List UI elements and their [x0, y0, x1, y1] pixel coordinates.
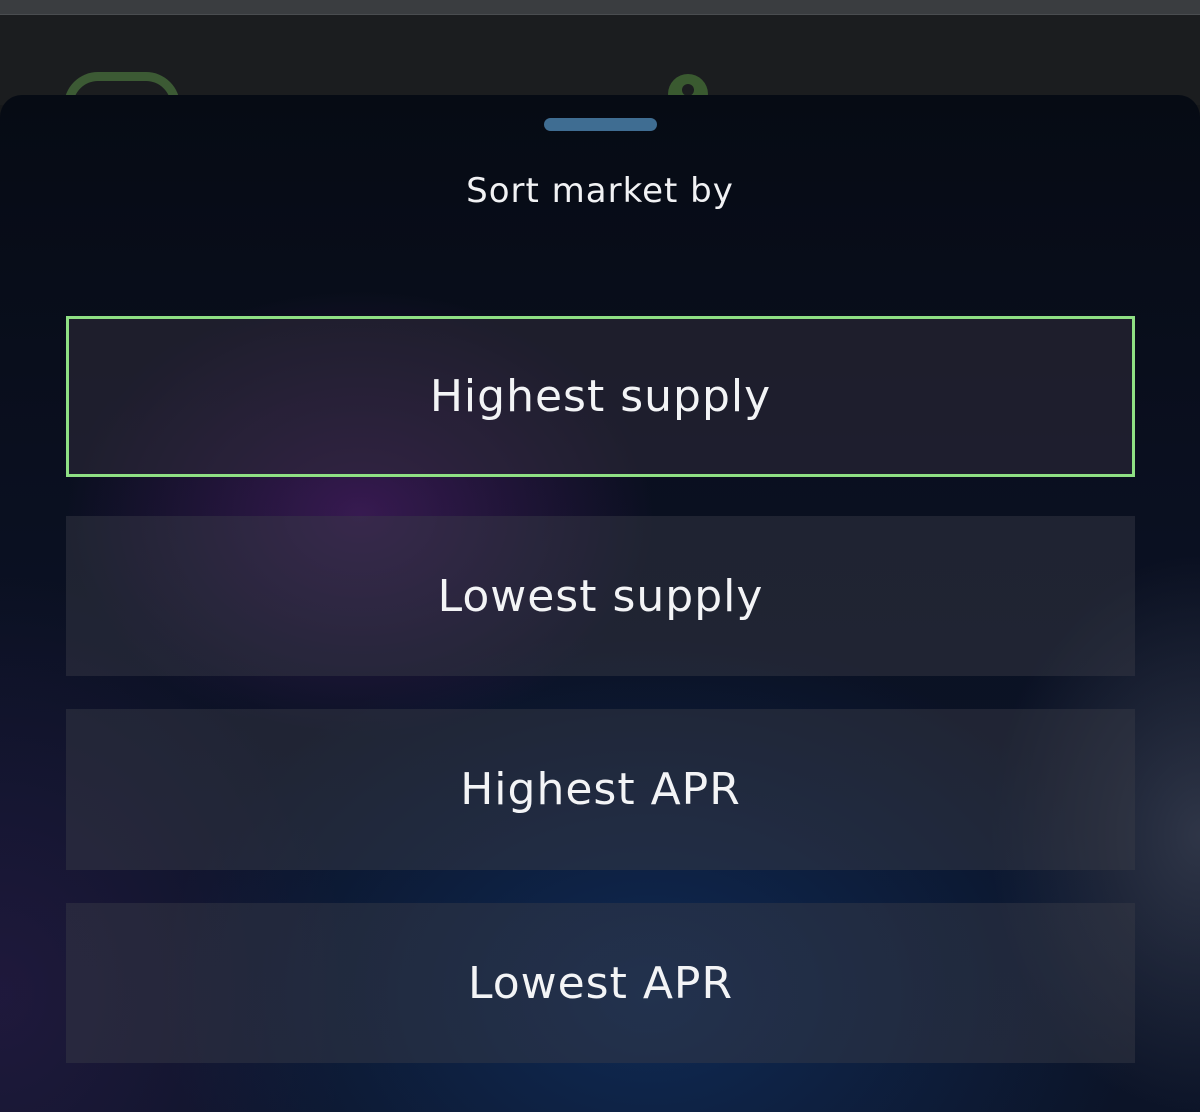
drag-handle[interactable] — [544, 118, 657, 131]
sort-option-highest-supply[interactable]: Highest supply — [66, 316, 1135, 477]
browser-top-bar — [0, 0, 1200, 15]
sort-option-highest-apr[interactable]: Highest APR — [66, 709, 1135, 870]
sort-option-lowest-apr[interactable]: Lowest APR — [66, 903, 1135, 1063]
sort-option-label: Lowest APR — [467, 957, 734, 1009]
sort-option-label: Highest supply — [429, 371, 772, 422]
sort-option-label: Lowest supply — [437, 570, 764, 622]
app-screen: Sort market by Highest supply Lowest sup… — [0, 0, 1200, 1112]
sort-option-label: Highest APR — [460, 764, 741, 815]
sheet-title: Sort market by — [466, 171, 734, 211]
sort-option-lowest-supply[interactable]: Lowest supply — [66, 516, 1135, 676]
background-header — [0, 15, 1200, 105]
sort-bottom-sheet: Sort market by Highest supply Lowest sup… — [0, 95, 1200, 1112]
